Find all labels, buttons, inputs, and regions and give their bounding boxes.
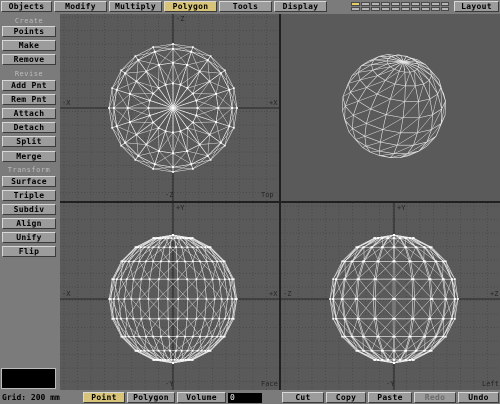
redo-button[interactable]: Redo <box>414 392 456 403</box>
viewport-canvas <box>281 203 500 390</box>
tab-multiply[interactable]: Multiply <box>109 1 162 12</box>
polygon-mode-button[interactable]: Polygon <box>127 392 175 403</box>
add-point-button[interactable]: Add Pnt <box>2 80 56 91</box>
layer-cell[interactable] <box>391 2 400 6</box>
merge-button[interactable]: Merge <box>2 151 56 162</box>
layout-button[interactable]: Layout <box>454 1 499 12</box>
triple-button[interactable]: Triple <box>2 190 56 201</box>
viewport-face[interactable]: +Y -Y -X +X Face <box>60 203 279 390</box>
axis-label-up: +Y <box>397 204 406 212</box>
viewport-canvas <box>60 14 279 201</box>
volume-value-field[interactable]: 0 <box>228 393 262 403</box>
layer-cell[interactable] <box>371 7 380 11</box>
surface-button[interactable]: Surface <box>2 176 56 187</box>
unify-button[interactable]: Unify <box>2 232 56 243</box>
copy-button[interactable]: Copy <box>326 392 366 403</box>
sphere-wireframe <box>342 54 446 158</box>
layer-cell[interactable] <box>361 2 370 6</box>
axis-label-left: -Z <box>283 290 292 298</box>
layer-cell[interactable] <box>371 2 380 6</box>
tab-display[interactable]: Display <box>274 1 327 12</box>
make-button[interactable]: Make <box>2 40 56 51</box>
layer-cell[interactable] <box>351 7 360 11</box>
layer-cell[interactable] <box>351 2 360 6</box>
viewport-name-label: Left <box>482 380 499 388</box>
section-revise-label: Revise <box>14 70 44 78</box>
tool-panel: Create Points Make Remove Revise Add Pnt… <box>0 14 58 390</box>
layer-cell[interactable] <box>411 7 420 11</box>
viewport-canvas <box>342 54 446 158</box>
axis-label-right: +Z <box>490 290 499 298</box>
layer-cell[interactable] <box>421 2 430 6</box>
section-create-label: Create <box>14 17 44 25</box>
viewport-left[interactable]: +Y -Y -Z +Z Left <box>281 203 500 390</box>
sphere-wireframe <box>108 43 238 173</box>
color-swatch <box>1 368 56 389</box>
attach-button[interactable]: Attach <box>2 108 56 119</box>
axis-label-left: -X <box>62 290 71 298</box>
grid-size-readout: Grid: 200 mm <box>2 393 60 402</box>
tab-tools[interactable]: Tools <box>219 1 272 12</box>
viewport-name-label: Top <box>261 191 274 199</box>
tab-modify[interactable]: Modify <box>54 1 107 12</box>
layer-cell[interactable] <box>441 2 449 6</box>
layer-cell[interactable] <box>411 2 420 6</box>
axis-label-right: +X <box>269 99 278 107</box>
paste-button[interactable]: Paste <box>368 392 412 403</box>
layer-cell[interactable] <box>401 2 410 6</box>
layer-cell[interactable] <box>431 2 440 6</box>
viewport-perspective[interactable] <box>281 14 500 201</box>
bottom-toolbar: Grid: 200 mm Point Polygon Volume 0 Cut … <box>0 391 500 404</box>
layer-cell[interactable] <box>441 7 449 11</box>
layer-palette[interactable] <box>351 2 449 12</box>
layer-cell[interactable] <box>361 7 370 11</box>
layer-cell[interactable] <box>381 2 390 6</box>
axis-label-down: -Z <box>165 191 174 199</box>
viewport-top[interactable]: -Z -Z -X +X Top <box>60 14 279 201</box>
viewport-area: -Z -Z -X +X Top +Y -Y -X +X Face +Y -Y -Z +Z Left <box>60 14 500 390</box>
layer-cell[interactable] <box>401 7 410 11</box>
remove-point-button[interactable]: Rem Pnt <box>2 94 56 105</box>
layer-cell[interactable] <box>381 7 390 11</box>
axis-label-down: -Y <box>165 380 174 388</box>
tab-objects[interactable]: Objects <box>1 1 52 12</box>
axis-label-down: -Y <box>386 380 395 388</box>
remove-button[interactable]: Remove <box>2 54 56 65</box>
section-transform-label: Transform <box>7 166 51 174</box>
axis-label-left: -X <box>62 99 71 107</box>
align-button[interactable]: Align <box>2 218 56 229</box>
undo-button[interactable]: Undo <box>458 392 499 403</box>
tab-polygon[interactable]: Polygon <box>164 1 217 12</box>
layer-cell[interactable] <box>431 7 440 11</box>
subdivide-button[interactable]: Subdiv <box>2 204 56 215</box>
top-toolbar: Objects Modify Multiply Polygon Tools Di… <box>0 0 500 14</box>
split-button[interactable]: Split <box>2 136 56 147</box>
layer-cell[interactable] <box>421 7 430 11</box>
axis-label-right: +X <box>269 290 278 298</box>
axis-label-up: -Z <box>176 15 185 23</box>
point-mode-button[interactable]: Point <box>83 392 125 403</box>
viewport-name-label: Face <box>261 380 278 388</box>
axis-label-up: +Y <box>176 204 185 212</box>
viewport-canvas <box>60 203 279 390</box>
flip-button[interactable]: Flip <box>2 246 56 257</box>
layer-cell[interactable] <box>391 7 400 11</box>
points-button[interactable]: Points <box>2 26 56 37</box>
cut-button[interactable]: Cut <box>282 392 324 403</box>
detach-button[interactable]: Detach <box>2 122 56 133</box>
modeler-window: Objects Modify Multiply Polygon Tools Di… <box>0 0 500 404</box>
volume-mode-button[interactable]: Volume <box>177 392 226 403</box>
